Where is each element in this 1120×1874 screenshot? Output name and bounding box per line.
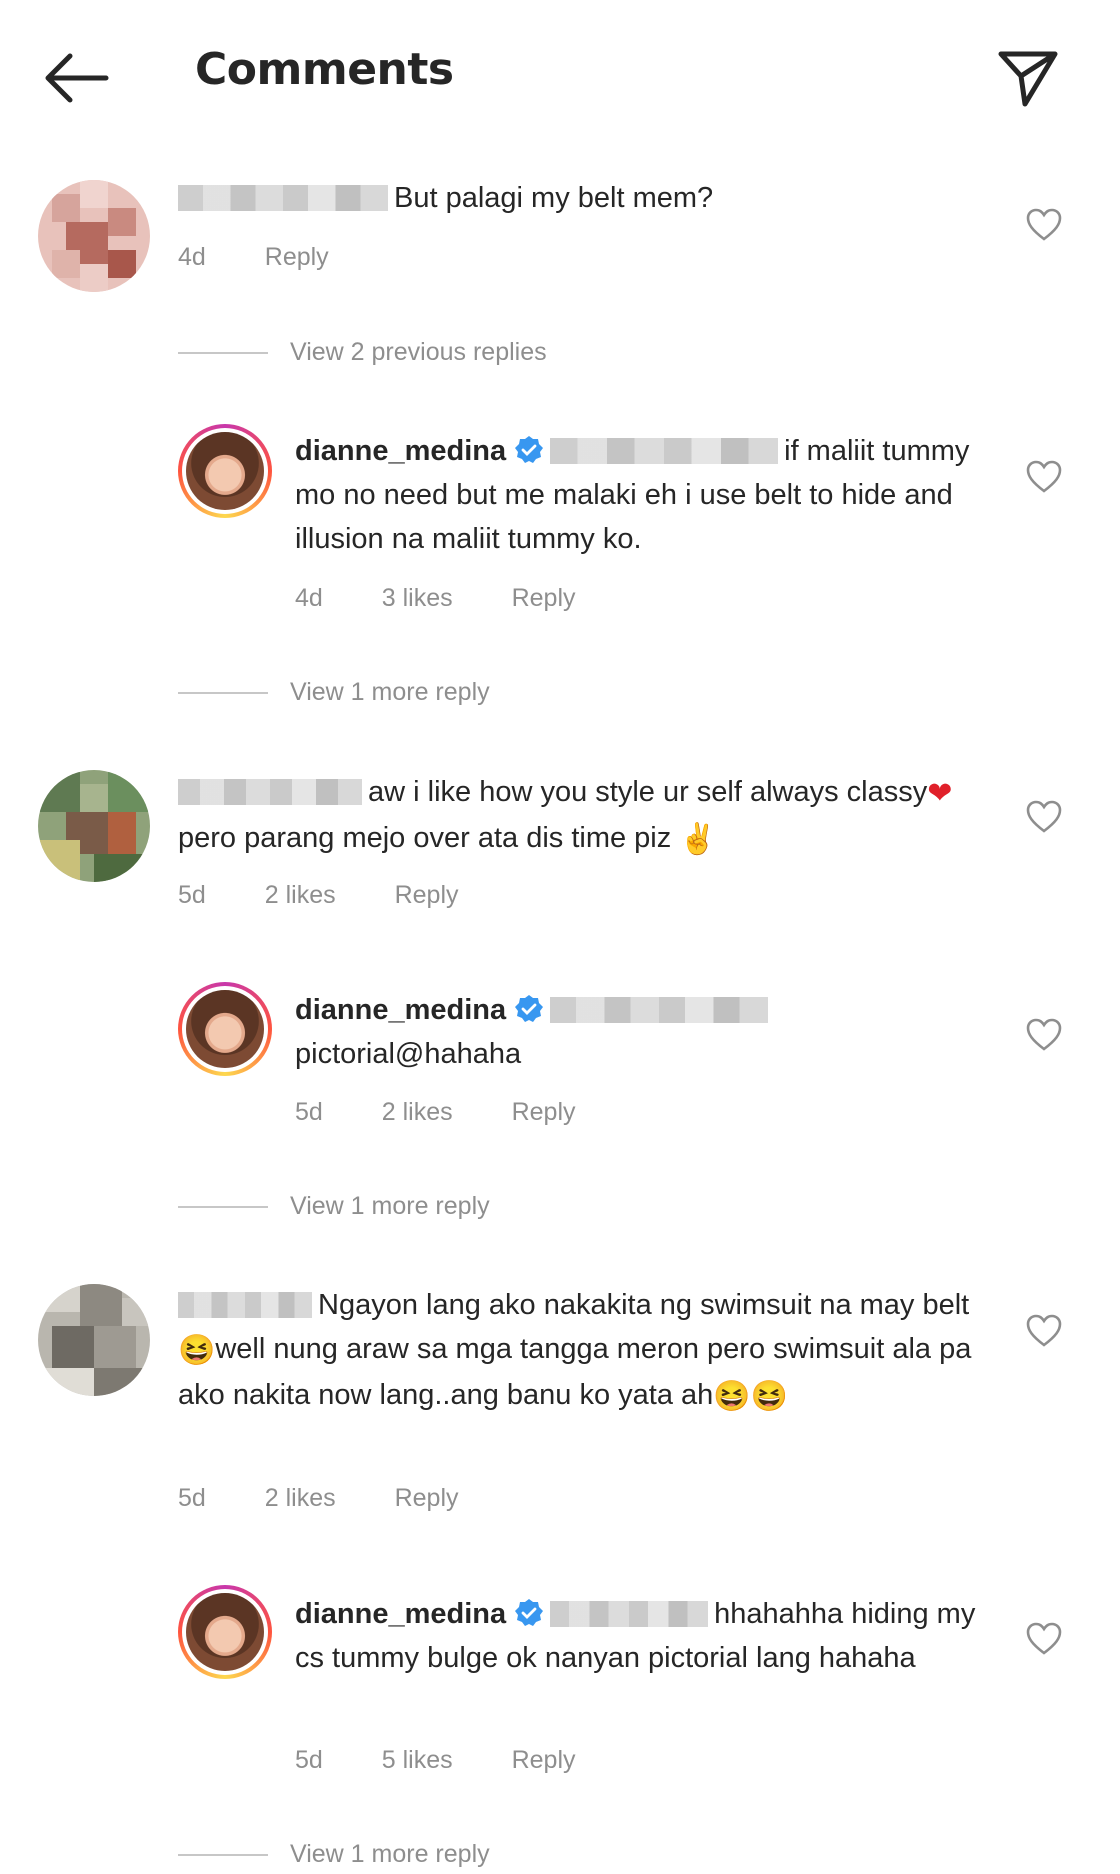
divider	[178, 1854, 268, 1857]
laughing-emoji: 😆	[750, 1380, 789, 1413]
username[interactable]: dianne_medina	[295, 1598, 506, 1630]
reply-text: dianne_medina pictorial@hahaha	[295, 988, 985, 1076]
verified-badge-icon	[515, 995, 544, 1022]
like-count[interactable]: 2 likes	[265, 1484, 336, 1513]
comment-meta: 4d Reply	[178, 243, 381, 272]
heart-icon	[1026, 1314, 1062, 1347]
reply-button[interactable]: Reply	[265, 243, 329, 272]
comment-text: aw i like how you style ur self always c…	[178, 770, 978, 862]
like-button[interactable]	[1026, 1314, 1062, 1348]
redacted-username	[178, 185, 388, 211]
view-more-replies[interactable]: View 1 more reply	[178, 678, 490, 707]
like-button[interactable]	[1026, 1018, 1062, 1052]
comment-body-continued: pero parang mejo over ata dis time piz	[178, 822, 672, 854]
avatar-image	[38, 180, 150, 292]
avatar[interactable]	[38, 1284, 150, 1396]
avatar[interactable]	[178, 424, 272, 518]
reply-time: 5d	[295, 1746, 323, 1774]
verified-badge-icon	[515, 436, 544, 463]
comment-body: Ngayon lang ako nakakita ng swimsuit na …	[318, 1289, 970, 1321]
view-more-label: View 1 more reply	[290, 678, 490, 706]
redacted-username	[178, 1292, 312, 1318]
view-more-replies[interactable]: View 1 more reply	[178, 1840, 490, 1869]
comment-meta: 5d 2 likes Reply	[178, 1484, 511, 1513]
laughing-emoji: 😆	[178, 1334, 216, 1367]
comment-time: 5d	[178, 881, 206, 909]
laughing-emoji: 😆	[713, 1380, 751, 1413]
like-count[interactable]: 3 likes	[382, 584, 453, 613]
redacted-username	[550, 997, 769, 1023]
divider	[178, 352, 268, 355]
avatar[interactable]	[178, 982, 272, 1076]
reply-meta: 5d 2 likes Reply	[295, 1098, 628, 1127]
verified-badge-icon	[515, 1599, 544, 1626]
heart-icon	[1026, 1018, 1062, 1051]
comment-time: 5d	[178, 1484, 206, 1512]
comment-body-continued: well nung araw sa mga tangga meron pero …	[178, 1333, 972, 1411]
comment-text: Ngayon lang ako nakakita ng swimsuit na …	[178, 1283, 998, 1419]
like-button[interactable]	[1026, 460, 1062, 494]
view-more-label: View 1 more reply	[290, 1840, 490, 1868]
avatar-image	[186, 432, 264, 510]
reply-meta: 5d 5 likes Reply	[295, 1746, 628, 1775]
victory-hand-emoji: ✌	[679, 823, 717, 856]
reply-time: 5d	[295, 1098, 323, 1126]
avatar-image	[38, 770, 150, 882]
back-arrow-icon	[45, 53, 109, 103]
comment-time: 4d	[178, 243, 206, 271]
reply-button[interactable]: Reply	[512, 584, 576, 613]
redacted-username	[178, 779, 362, 805]
comment-body: But palagi my belt mem?	[394, 182, 714, 214]
heart-icon	[1026, 208, 1062, 241]
like-button[interactable]	[1026, 1622, 1062, 1656]
reply-button[interactable]: Reply	[512, 1098, 576, 1127]
avatar-image	[38, 1284, 150, 1396]
redacted-username	[550, 438, 779, 464]
avatar[interactable]	[38, 770, 150, 882]
reply-meta: 4d 3 likes Reply	[295, 584, 628, 613]
redacted-username	[550, 1601, 709, 1627]
divider	[178, 1206, 268, 1209]
username[interactable]: dianne_medina	[295, 994, 506, 1026]
comment-text: But palagi my belt mem?	[178, 176, 978, 220]
comment-body: aw i like how you style ur self always c…	[368, 776, 928, 808]
reply-button[interactable]: Reply	[395, 1484, 459, 1513]
reply-text: dianne_medina hhahahha hiding my cs tummy…	[295, 1592, 995, 1680]
view-previous-replies[interactable]: View 2 previous replies	[178, 338, 547, 367]
reply-text: dianne_medina if maliit tummy mo no need …	[295, 429, 985, 561]
divider	[178, 692, 268, 695]
avatar[interactable]	[178, 1585, 272, 1679]
username[interactable]: dianne_medina	[295, 435, 506, 467]
like-count[interactable]: 5 likes	[382, 1746, 453, 1775]
view-more-replies[interactable]: View 1 more reply	[178, 1192, 490, 1221]
reply-body: pictorial@hahaha	[295, 1038, 522, 1070]
like-count[interactable]: 2 likes	[382, 1098, 453, 1127]
view-more-label: View 1 more reply	[290, 1192, 490, 1220]
like-count[interactable]: 2 likes	[265, 881, 336, 910]
heart-icon	[1026, 460, 1062, 493]
like-button[interactable]	[1026, 800, 1062, 834]
heart-icon	[1026, 1622, 1062, 1655]
reply-button[interactable]: Reply	[395, 881, 459, 910]
heart-icon	[1026, 800, 1062, 833]
send-icon	[998, 51, 1058, 107]
share-button[interactable]	[995, 48, 1061, 108]
view-replies-label: View 2 previous replies	[290, 338, 547, 366]
page-title: Comments	[195, 44, 454, 95]
avatar-image	[186, 990, 264, 1068]
comment-meta: 5d 2 likes Reply	[178, 881, 511, 910]
like-button[interactable]	[1026, 208, 1062, 242]
red-heart-emoji: ❤	[927, 777, 953, 810]
avatar[interactable]	[38, 180, 150, 292]
reply-time: 4d	[295, 584, 323, 612]
back-button[interactable]	[42, 48, 112, 108]
avatar-image	[186, 1593, 264, 1671]
reply-button[interactable]: Reply	[512, 1746, 576, 1775]
